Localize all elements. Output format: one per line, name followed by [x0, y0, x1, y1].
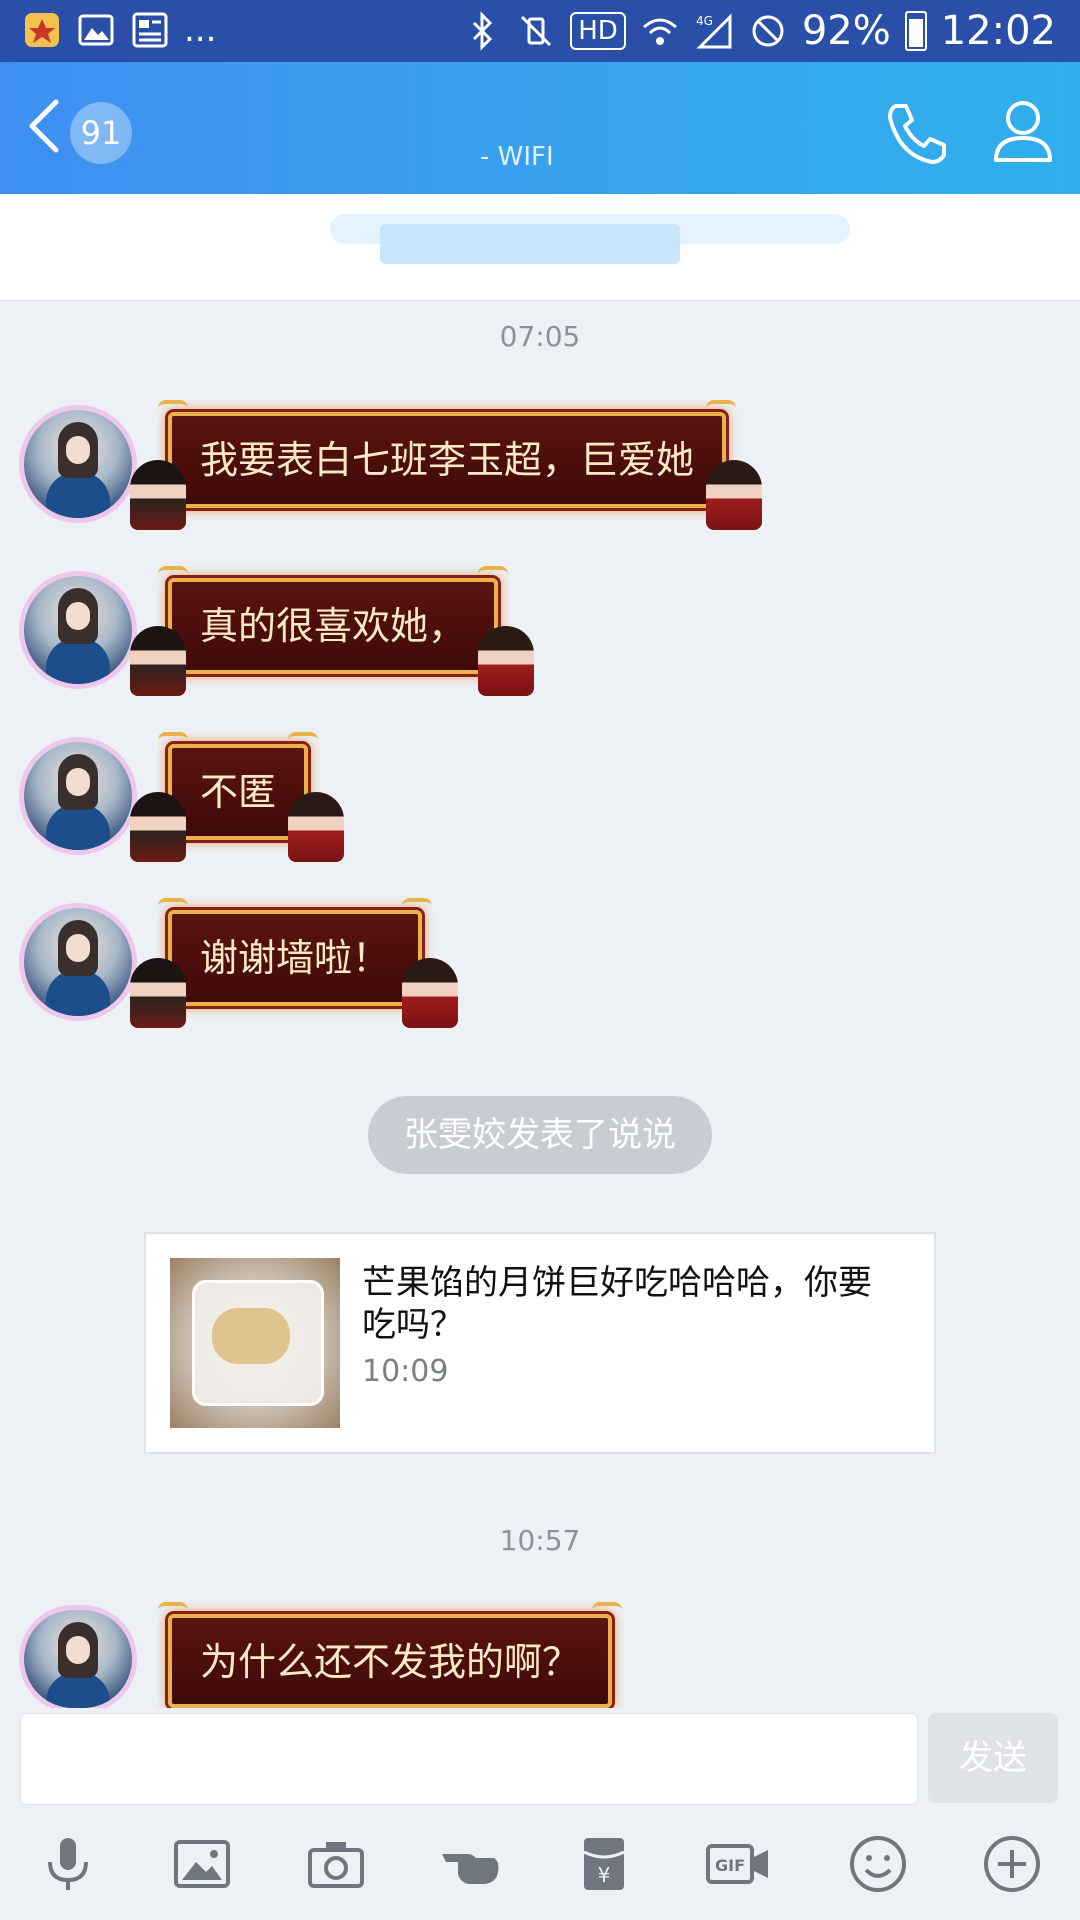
message-bubble[interactable]: 不匿	[130, 732, 345, 862]
avatar[interactable]	[24, 410, 132, 518]
do-not-disturb-icon	[752, 15, 784, 47]
svg-text:4G: 4G	[696, 14, 713, 28]
chat-header: 91 - WIFI	[0, 62, 1080, 194]
plus-icon[interactable]	[980, 1832, 1044, 1896]
unread-count-badge[interactable]: 91	[70, 102, 132, 164]
app-notification-icon	[25, 13, 59, 47]
bubble-figure-decoration	[130, 958, 186, 1028]
connection-status: - WIFI	[480, 142, 554, 172]
message-bubble[interactable]: 为什么还不发我的啊？	[158, 1602, 623, 1708]
shared-post-card[interactable]: 芒果馅的月饼巨好吃哈哈哈，你要吃吗？ 10:09	[144, 1232, 936, 1454]
system-status: HD 4G 92% 12:02	[462, 8, 1056, 54]
post-time: 10:09	[362, 1354, 449, 1389]
clock: 12:02	[940, 8, 1056, 54]
bubble-figure-decoration	[130, 626, 186, 696]
avatar[interactable]	[24, 908, 132, 1016]
message-text: 谢谢墙啦！	[200, 936, 391, 980]
bubble-figure-decoration	[706, 460, 763, 530]
news-notification-icon	[132, 12, 168, 48]
message-text: 真的很喜欢她，	[200, 604, 467, 648]
image-icon[interactable]	[170, 1832, 234, 1896]
profile-icon[interactable]	[990, 96, 1056, 166]
message-text: 为什么还不发我的啊？	[200, 1640, 581, 1684]
camera-icon[interactable]	[304, 1832, 368, 1896]
gif-icon[interactable]: GIF	[706, 1832, 770, 1896]
hd-badge: HD	[570, 12, 626, 50]
bubble-figure-decoration	[130, 792, 186, 862]
avatar[interactable]	[24, 742, 132, 850]
battery-icon	[904, 11, 927, 51]
send-button[interactable]: 发送	[928, 1713, 1058, 1803]
post-thumbnail	[170, 1258, 340, 1428]
notification-icons: ...	[22, 10, 216, 50]
message-bubble[interactable]: 我要表白七班李玉超，巨爱她	[130, 400, 763, 530]
bubble-figure-decoration	[402, 958, 459, 1028]
emoji-icon[interactable]	[846, 1832, 910, 1896]
more-notifications: ...	[184, 10, 217, 50]
blurred-content	[380, 224, 680, 264]
wifi-icon	[642, 18, 677, 45]
message-bubble[interactable]: 谢谢墙啦！	[130, 898, 459, 1028]
timestamp: 07:05	[499, 320, 581, 353]
post-text: 芒果馅的月饼巨好吃哈哈哈，你要吃吗？	[362, 1263, 872, 1345]
bubble-figure-decoration	[478, 626, 535, 696]
signal-icon: 4G	[696, 13, 732, 49]
hand-icon[interactable]	[438, 1832, 502, 1896]
battery-percent: 92%	[801, 8, 891, 54]
pinned-banner[interactable]	[0, 194, 1080, 301]
vibrate-icon	[521, 15, 552, 47]
bubble-figure-decoration	[288, 792, 345, 862]
message-text: 不匿	[200, 770, 277, 814]
avatar[interactable]	[24, 576, 132, 684]
status-bar: ... HD 4G 92% 12:02	[0, 0, 1080, 62]
red-packet-icon[interactable]: ¥	[572, 1832, 636, 1896]
message-input[interactable]	[20, 1713, 918, 1805]
avatar[interactable]	[24, 1610, 132, 1708]
system-notice[interactable]: 张雯姣发表了说说	[368, 1096, 712, 1174]
timestamp: 10:57	[499, 1524, 581, 1557]
message-text: 我要表白七班李玉超，巨爱她	[200, 438, 695, 482]
bluetooth-icon	[473, 11, 493, 51]
phone-icon[interactable]	[882, 98, 952, 168]
svg-text:GIF: GIF	[715, 1856, 745, 1875]
input-bar: 发送 ¥ GIF	[0, 1708, 1080, 1920]
microphone-icon[interactable]	[36, 1832, 100, 1896]
svg-text:¥: ¥	[598, 1863, 611, 1887]
bubble-figure-decoration	[130, 460, 186, 530]
message-bubble[interactable]: 真的很喜欢她，	[130, 566, 535, 696]
back-icon[interactable]	[18, 96, 78, 156]
gallery-notification-icon	[78, 14, 114, 46]
